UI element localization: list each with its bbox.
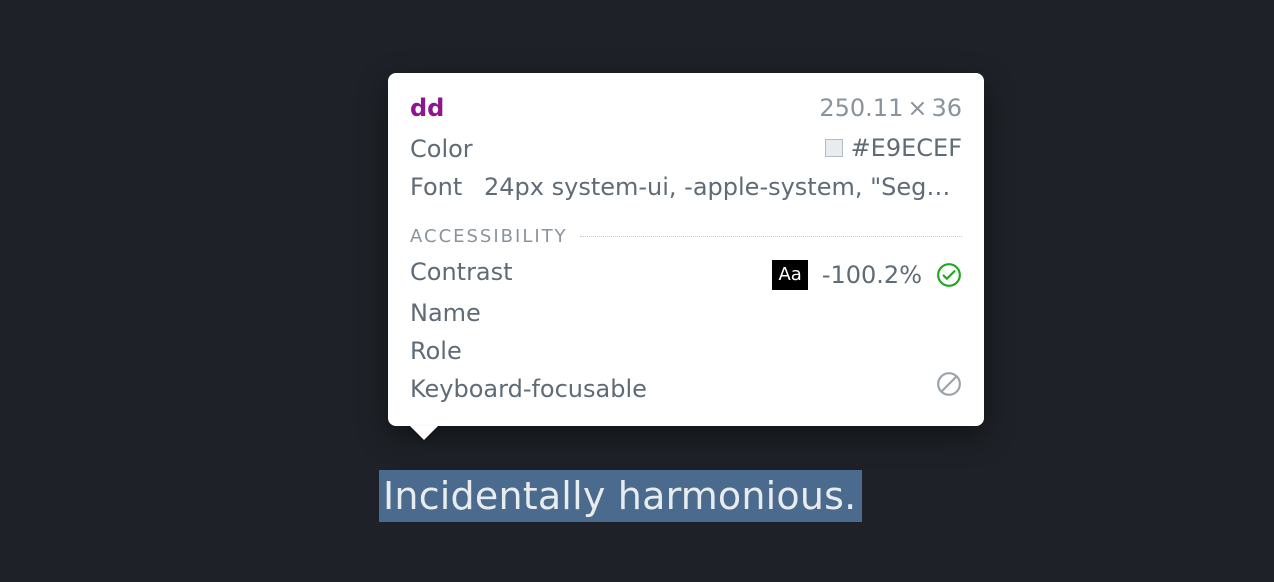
- color-row: Color #E9ECEF: [410, 129, 962, 168]
- color-value: #E9ECEF: [825, 129, 962, 167]
- contrast-label: Contrast: [410, 253, 513, 291]
- font-row: Font 24px system-ui, -apple-system, "Seg…: [410, 168, 962, 206]
- element-height: 36: [931, 94, 962, 122]
- role-row: Role: [410, 332, 962, 370]
- element-dimensions: 250.11×36: [819, 89, 962, 127]
- color-label: Color: [410, 130, 473, 168]
- keyboard-focusable-row: Keyboard-focusable: [410, 370, 962, 408]
- font-value: 24px system-ui, -apple-system, "Segoe…: [484, 168, 962, 206]
- not-allowed-icon: [936, 371, 962, 397]
- role-label: Role: [410, 332, 462, 370]
- inspect-tooltip: dd 250.11×36 Color #E9ECEF Font 24px sys…: [388, 73, 984, 426]
- inspected-element-text: Incidentally harmonious.: [379, 470, 862, 522]
- element-width: 250.11: [819, 94, 903, 122]
- tooltip-arrow-icon: [410, 426, 438, 440]
- check-circle-icon: [936, 262, 962, 288]
- element-tag-name: dd: [410, 89, 444, 127]
- dimensions-separator: ×: [907, 94, 927, 122]
- font-label: Font: [410, 168, 466, 206]
- element-header-row: dd 250.11×36: [410, 89, 962, 127]
- name-row: Name: [410, 294, 962, 332]
- color-swatch-icon: [825, 139, 843, 157]
- accessibility-heading: ACCESSIBILITY: [410, 226, 568, 247]
- keyboard-focusable-label: Keyboard-focusable: [410, 370, 647, 408]
- color-hex: #E9ECEF: [851, 129, 962, 167]
- section-divider: [580, 236, 962, 237]
- contrast-value-group: Aa -100.2%: [772, 256, 962, 294]
- accessibility-section-header: ACCESSIBILITY: [410, 226, 962, 247]
- contrast-value: -100.2%: [822, 256, 922, 294]
- name-label: Name: [410, 294, 481, 332]
- contrast-row: Contrast Aa -100.2%: [410, 253, 962, 294]
- contrast-sample-badge: Aa: [772, 260, 807, 290]
